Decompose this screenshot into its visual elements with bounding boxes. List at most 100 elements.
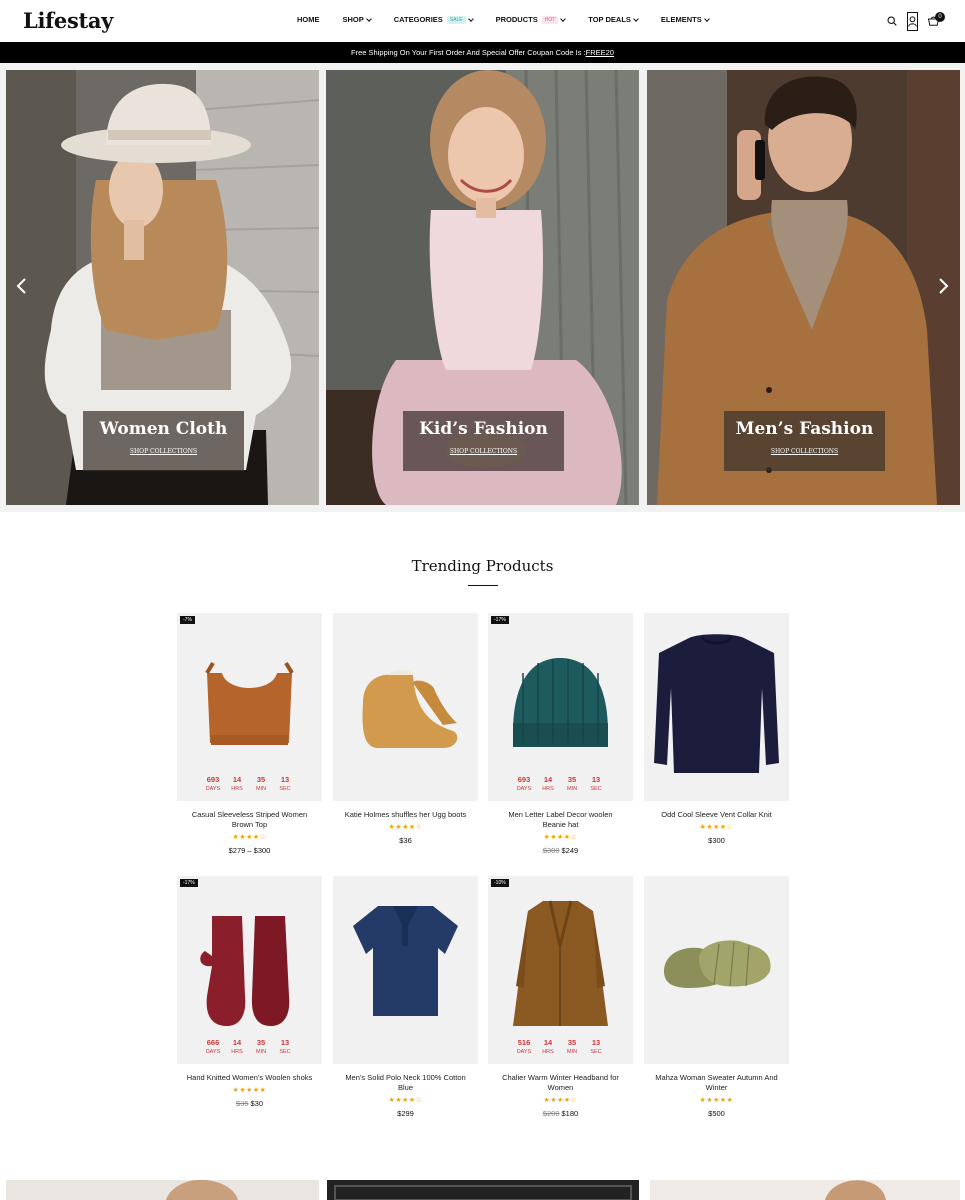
countdown-value: 693 xyxy=(206,775,220,784)
product-card[interactable]: -7% 693 DAYS 14 HRS 35 MIN 13 SEC Casual Sleevele… xyxy=(177,613,322,855)
old-price: $200 xyxy=(542,1109,560,1118)
nav-item-categories[interactable]: CATEGORIES SALE xyxy=(394,15,474,24)
hero-slide-women[interactable]: Women Cloth SHOP COLLECTIONS xyxy=(6,70,319,505)
nav-item-label: HOME xyxy=(297,15,320,24)
product-illustration xyxy=(353,906,458,1016)
promo-banner-center[interactable] xyxy=(327,1180,639,1200)
product-name[interactable]: Katie Holmes shuffles her Ugg boots xyxy=(333,810,478,820)
nav-item-products[interactable]: PRODUCTS HOT xyxy=(495,15,567,24)
countdown-value: 35 xyxy=(567,1038,577,1047)
nav-item-home[interactable]: HOME xyxy=(297,15,320,24)
shop-collections-link[interactable]: SHOP COLLECTIONS xyxy=(130,448,197,455)
product-illustration xyxy=(205,661,294,745)
product-card[interactable]: Katie Holmes shuffles her Ugg boots ★★★★☆… xyxy=(333,613,478,845)
product-illustration xyxy=(664,940,771,988)
countdown-unit: 35 MIN xyxy=(249,775,273,792)
discount-badge: -17% xyxy=(180,879,198,887)
countdown-value: 35 xyxy=(567,775,577,784)
product-card[interactable]: -17% 693 DAYS 14 HRS 35 MIN 13 SEC Men Letter Lab… xyxy=(488,613,633,855)
product-card[interactable]: Mahza Woman Sweater Autumn And Winter ★★★… xyxy=(644,876,789,1118)
product-illustration xyxy=(513,658,608,747)
product-name[interactable]: Odd Cool Sleeve Vent Collar Knit xyxy=(644,810,789,820)
product-card[interactable]: Men’s Solid Polo Neck 100% Cotton Blue ★★… xyxy=(333,876,478,1118)
hero-title: Kid’s Fashion xyxy=(419,419,548,439)
product-name[interactable]: Men’s Solid Polo Neck 100% Cotton Blue xyxy=(333,1073,478,1093)
nav-badge: HOT xyxy=(541,15,559,24)
shop-collections-link[interactable]: SHOP COLLECTIONS xyxy=(771,448,838,455)
current-price: $180 xyxy=(561,1109,579,1118)
product-image[interactable] xyxy=(333,613,478,801)
countdown-label: HRS xyxy=(231,786,243,792)
product-image[interactable] xyxy=(644,613,789,801)
countdown-unit: 35 MIN xyxy=(560,775,584,792)
product-illustration xyxy=(200,916,290,1026)
product-name[interactable]: Hand Knitted Women’s Woolen shoks xyxy=(177,1073,322,1083)
countdown-label: DAYS xyxy=(516,1049,532,1055)
search-icon[interactable] xyxy=(882,11,902,31)
product-name[interactable]: Mahza Woman Sweater Autumn And Winter xyxy=(644,1073,789,1093)
nav-item-shop[interactable]: SHOP xyxy=(343,15,372,24)
cart-count-badge: 0 xyxy=(935,12,945,22)
countdown-label: SEC xyxy=(590,786,602,792)
nav-item-top-deals[interactable]: TOP DEALS xyxy=(588,15,639,24)
user-icon[interactable] xyxy=(907,11,918,31)
nav-item-label: PRODUCTS xyxy=(495,15,538,24)
countdown-unit: 13 SEC xyxy=(584,1038,608,1055)
countdown-label: SEC xyxy=(279,1049,291,1055)
coupon-code[interactable]: FREE20 xyxy=(586,48,614,57)
star-rating-icon: ★★★★★ xyxy=(699,1097,734,1104)
product-card[interactable]: -10% 516 DAYS 14 HRS 35 MIN 13 SEC Chalier Warm W… xyxy=(488,876,633,1118)
countdown-label: HRS xyxy=(542,786,554,792)
countdown-value: 14 xyxy=(232,775,242,784)
nav-badge: SALE xyxy=(446,15,466,24)
product-image[interactable] xyxy=(644,876,789,1064)
site-logo[interactable]: Lifestay xyxy=(23,8,113,33)
shop-collections-link[interactable]: SHOP COLLECTIONS xyxy=(450,448,517,455)
current-price: $279 – $300 xyxy=(228,846,271,855)
countdown-unit: 35 MIN xyxy=(560,1038,584,1055)
product-card[interactable]: -17% 666 DAYS 14 HRS 35 MIN 13 SEC Hand Knitted W… xyxy=(177,876,322,1108)
discount-badge: -10% xyxy=(491,879,509,887)
countdown-unit: 666 DAYS xyxy=(201,1038,225,1055)
hero-caption-kids: Kid’s Fashion SHOP COLLECTIONS xyxy=(403,411,564,471)
product-price: $300 $249 xyxy=(488,846,633,855)
section-title: Trending Products xyxy=(411,557,554,575)
countdown-value: 693 xyxy=(517,775,531,784)
product-image[interactable]: -10% 516 DAYS 14 HRS 35 MIN 13 SEC xyxy=(488,876,633,1064)
current-price: $30 xyxy=(250,1099,264,1108)
cart-icon[interactable]: 0 xyxy=(923,11,945,31)
promo-banner-right[interactable] xyxy=(650,1180,960,1200)
announcement-text: Free Shipping On Your First Order And Sp… xyxy=(351,48,586,57)
product-image[interactable] xyxy=(333,876,478,1064)
countdown-label: MIN xyxy=(566,786,578,792)
product-card[interactable]: Odd Cool Sleeve Vent Collar Knit ★★★★☆ $30… xyxy=(644,613,789,845)
product-image[interactable]: -17% 693 DAYS 14 HRS 35 MIN 13 SEC xyxy=(488,613,633,801)
hero-caption-men: Men’s Fashion SHOP COLLECTIONS xyxy=(724,411,885,471)
site-header: Lifestay HOME SHOP CATEGORIES SALE PRODUCTS H… xyxy=(0,0,965,42)
product-image[interactable]: -7% 693 DAYS 14 HRS 35 MIN 13 SEC xyxy=(177,613,322,801)
product-name[interactable]: Chalier Warm Winter Headband for Women xyxy=(488,1073,633,1093)
current-price: $249 xyxy=(561,846,579,855)
slider-next-arrow-icon[interactable] xyxy=(935,278,951,294)
product-name[interactable]: Men Letter Label Decor woolen Beanie hat xyxy=(488,810,633,830)
nav-item-label: ELEMENTS xyxy=(660,15,702,24)
countdown-unit: 693 DAYS xyxy=(201,775,225,792)
star-rating-icon: ★★★★★ xyxy=(232,1087,267,1094)
chevron-down-icon xyxy=(467,15,474,22)
hero-slide-men[interactable]: Men’s Fashion SHOP COLLECTIONS xyxy=(647,70,960,505)
section-title-underline xyxy=(468,585,498,586)
countdown-label: DAYS xyxy=(205,1049,221,1055)
product-image[interactable]: -17% 666 DAYS 14 HRS 35 MIN 13 SEC xyxy=(177,876,322,1064)
product-price: $36 $30 xyxy=(177,1099,322,1108)
countdown-value: 14 xyxy=(232,1038,242,1047)
hero-slide-kids[interactable]: Kid’s Fashion SHOP COLLECTIONS xyxy=(326,70,639,505)
countdown-unit: 14 HRS xyxy=(225,775,249,792)
promo-banner-left[interactable] xyxy=(6,1180,319,1200)
deal-countdown: 516 DAYS 14 HRS 35 MIN 13 SEC xyxy=(512,1038,608,1055)
product-illustration xyxy=(513,900,608,1026)
slider-prev-arrow-icon[interactable] xyxy=(14,278,30,294)
nav-item-elements[interactable]: ELEMENTS xyxy=(660,15,710,24)
announcement-bar: Free Shipping On Your First Order And Sp… xyxy=(0,42,965,63)
countdown-unit: 14 HRS xyxy=(536,775,560,792)
product-name[interactable]: Casual Sleeveless Striped Women Brown To… xyxy=(177,810,322,830)
